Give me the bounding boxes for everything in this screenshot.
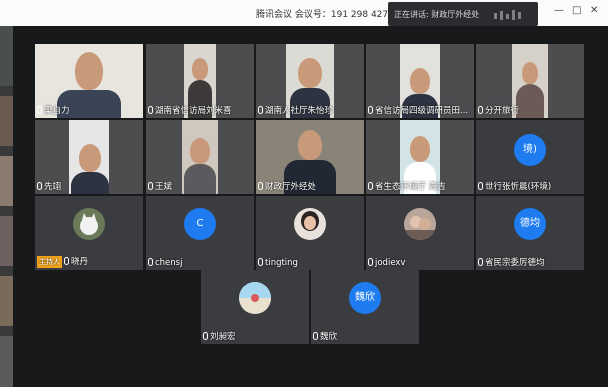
participant-name: 刘昶宏 (210, 332, 236, 342)
participant-tile[interactable]: 王斌 (146, 120, 254, 194)
participant-tile[interactable]: tingting (256, 196, 364, 270)
participant-tile[interactable]: jodiexv (366, 196, 474, 270)
participant-name: 先翊 (44, 182, 62, 192)
mic-icon (368, 182, 373, 190)
mic-icon (148, 106, 153, 114)
mic-icon (258, 106, 263, 114)
participant-name: tingting (265, 258, 298, 268)
meeting-title: 腾讯会议 会议号：191 298 427 (256, 10, 389, 20)
cat-avatar-icon (80, 213, 98, 235)
avatar (73, 208, 105, 240)
participant-tile[interactable]: 省生态环境厅 周吉 (366, 120, 474, 194)
avatar (294, 208, 326, 240)
mic-icon (37, 106, 42, 114)
mic-icon (258, 258, 263, 266)
mic-icon (37, 182, 42, 190)
mic-icon (148, 258, 153, 266)
mic-icon (148, 182, 153, 190)
participant-tile[interactable]: 境) 世行张忻晨(环境) (476, 120, 584, 194)
beach-photo-icon (239, 282, 271, 314)
participant-name: 省信访局四级调研员田... (375, 106, 469, 116)
mic-icon (478, 182, 483, 190)
mic-icon (313, 332, 318, 340)
side-gallery-strip (0, 26, 13, 387)
speaking-text: 正在讲话: 财政厅外经处 (394, 10, 480, 19)
speaking-indicator: 正在讲话: 财政厅外经处 (388, 2, 538, 26)
minimize-button[interactable]: — (554, 5, 564, 16)
participant-name: 梁自力 (44, 106, 70, 116)
participant-name: 省民宗委厉德均 (485, 258, 545, 268)
avatar (239, 282, 271, 314)
participant-name: 王斌 (155, 182, 173, 192)
mic-icon (368, 258, 373, 266)
participant-tile[interactable]: 德均 省民宗委厉德均 (476, 196, 584, 270)
title-bar: 腾讯会议 会议号：191 298 427 正在讲话: 财政厅外经处 — □ ✕ (0, 0, 608, 26)
participant-tile[interactable]: 分开旅行 (476, 44, 584, 118)
person-photo-icon (404, 216, 436, 240)
participant-name: jodiexv (375, 258, 406, 268)
avatar: 境) (514, 134, 546, 166)
avatar: 德均 (514, 208, 546, 240)
participant-tile[interactable]: 湖南省信访局刘米喜 (146, 44, 254, 118)
participant-tile[interactable]: 省信访局四级调研员田... (366, 44, 474, 118)
participant-name: 魏欣 (320, 332, 338, 342)
close-button[interactable]: ✕ (590, 5, 598, 16)
participant-tile[interactable]: 先翊 (35, 120, 143, 194)
participant-name: chensj (155, 258, 183, 268)
participant-tile[interactable]: 梁自力 (35, 44, 143, 118)
mic-icon (368, 106, 373, 114)
avatar: C (184, 208, 216, 240)
participant-name: 财政厅外经处 (265, 182, 317, 192)
participant-tile[interactable]: 刘昶宏 (201, 270, 309, 344)
participant-tile[interactable]: 湖南人社厅朱怡珍 (256, 44, 364, 118)
participant-tile[interactable]: C chensj (146, 196, 254, 270)
participant-name: 省生态环境厅 周吉 (375, 182, 446, 192)
person-photo-icon (301, 211, 319, 231)
participant-name: 湖南省信访局刘米喜 (155, 106, 232, 116)
mic-icon (478, 258, 483, 266)
participant-name: 分开旅行 (485, 106, 520, 116)
audio-wave-icon (494, 10, 521, 20)
avatar: 魏欣 (349, 282, 381, 314)
mic-icon (64, 257, 69, 265)
participant-tile[interactable]: 财政厅外经处 (256, 120, 364, 194)
mic-icon (203, 332, 208, 340)
mic-icon (478, 106, 483, 114)
participant-name: 湖南人社厅朱怡珍 (265, 106, 334, 116)
host-badge: 主持人 (37, 256, 62, 268)
participant-tile[interactable]: 魏欣 魏欣 (311, 270, 419, 344)
mic-icon (258, 182, 263, 190)
participant-name: 晓丹 (71, 257, 89, 267)
participant-name: 世行张忻晨(环境) (485, 182, 552, 192)
participant-tile[interactable]: 主持人 晓丹 (35, 196, 143, 270)
avatar (404, 208, 436, 240)
maximize-button[interactable]: □ (572, 5, 581, 16)
